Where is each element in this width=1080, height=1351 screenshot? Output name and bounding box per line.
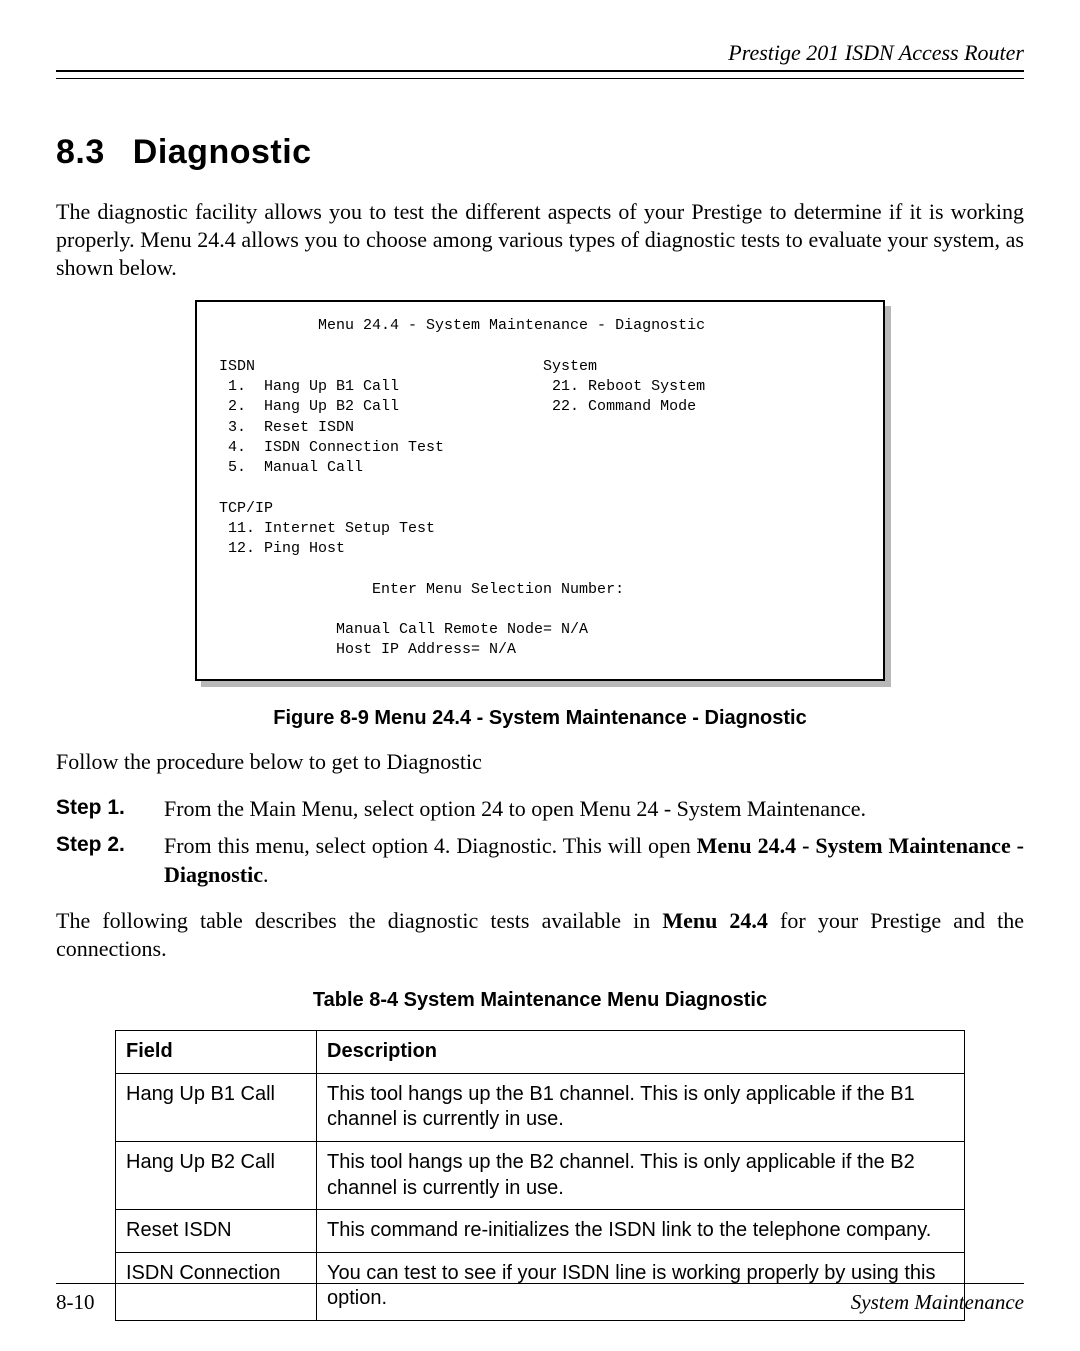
table-cell-desc: This command re-initializes the ISDN lin…: [317, 1210, 965, 1253]
follow-procedure-text: Follow the procedure below to get to Dia…: [56, 748, 1024, 776]
page-footer: 8-10 System Maintenance: [56, 1283, 1024, 1315]
figure-caption: Figure 8-9 Menu 24.4 - System Maintenanc…: [56, 707, 1024, 730]
table-cell-desc: This tool hangs up the B1 channel. This …: [317, 1073, 965, 1141]
step-label: Step 2.: [56, 831, 164, 889]
terminal-box: Menu 24.4 - System Maintenance - Diagnos…: [195, 300, 885, 680]
step-label: Step 1.: [56, 794, 164, 823]
step-row: Step 2. From this menu, select option 4.…: [56, 831, 1024, 889]
chapter-label: System Maintenance: [851, 1290, 1024, 1315]
table-cell-desc: This tool hangs up the B2 channel. This …: [317, 1142, 965, 1210]
header-rule-thick: [56, 70, 1024, 72]
table-cell-field: Reset ISDN: [116, 1210, 317, 1253]
step-text: From the Main Menu, select option 24 to …: [164, 794, 1024, 823]
table-caption: Table 8-4 System Maintenance Menu Diagno…: [56, 989, 1024, 1012]
section-number: 8.3: [56, 133, 105, 171]
running-header: Prestige 201 ISDN Access Router: [56, 40, 1024, 70]
after-steps-paragraph: The following table describes the diagno…: [56, 907, 1024, 963]
table-header-row: Field Description: [116, 1031, 965, 1074]
terminal-content: Menu 24.4 - System Maintenance - Diagnos…: [219, 317, 705, 658]
after-steps-a: The following table describes the diagno…: [56, 908, 662, 933]
terminal-figure: Menu 24.4 - System Maintenance - Diagnos…: [195, 300, 885, 680]
step-row: Step 1. From the Main Menu, select optio…: [56, 794, 1024, 823]
table-row: Reset ISDN This command re-initializes t…: [116, 1210, 965, 1253]
after-steps-bold: Menu 24.4: [662, 908, 768, 933]
step-text: From this menu, select option 4. Diagnos…: [164, 831, 1024, 889]
header-rule-thin: [56, 78, 1024, 79]
table-header-desc: Description: [317, 1031, 965, 1074]
section-title-text: Diagnostic: [133, 133, 312, 171]
table-header-field: Field: [116, 1031, 317, 1074]
table-row: Hang Up B1 Call This tool hangs up the B…: [116, 1073, 965, 1141]
table-row: Hang Up B2 Call This tool hangs up the B…: [116, 1142, 965, 1210]
intro-paragraph: The diagnostic facility allows you to te…: [56, 198, 1024, 282]
footer-rule: [56, 1283, 1024, 1284]
diagnostic-table: Field Description Hang Up B1 Call This t…: [115, 1030, 965, 1321]
table-cell-field: Hang Up B1 Call: [116, 1073, 317, 1141]
steps-list: Step 1. From the Main Menu, select optio…: [56, 794, 1024, 889]
page-number: 8-10: [56, 1290, 95, 1315]
section-heading: 8.3 Diagnostic: [56, 133, 1024, 172]
table-cell-field: Hang Up B2 Call: [116, 1142, 317, 1210]
step2-text-b: .: [263, 862, 269, 887]
step2-text-a: From this menu, select option 4. Diagnos…: [164, 833, 697, 858]
